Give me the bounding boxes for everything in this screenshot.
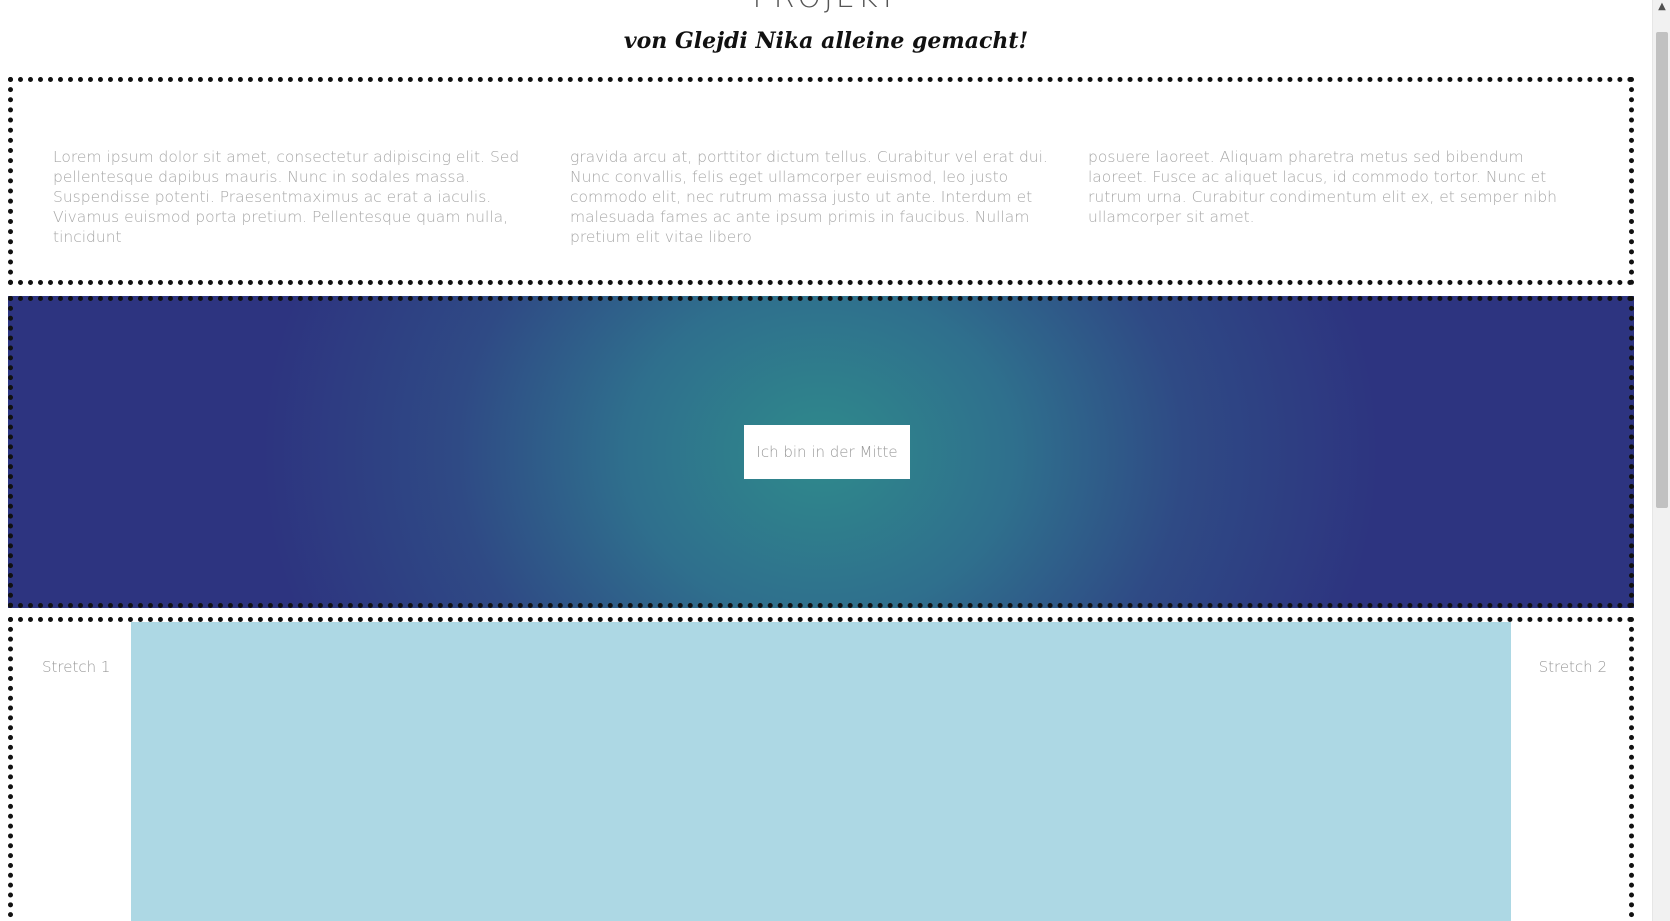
page: PROJEKT von Glejdi Nika alleine gemacht!… — [0, 0, 1652, 921]
text-columns-section: Lorem ipsum dolor sit amet, consectetur … — [8, 77, 1634, 285]
scrollbar-thumb[interactable] — [1656, 32, 1668, 508]
center-box: Ich bin in der Mitte — [744, 425, 910, 479]
gradient-section: Ich bin in der Mitte — [8, 296, 1634, 608]
text-column-3: posuere laoreet. Aliquam pharetra metus … — [1088, 148, 1557, 226]
page-title: PROJEKT — [0, 0, 1652, 15]
stretch-section: Stretch 1 Stretch 2 — [8, 617, 1634, 921]
text-column-2: gravida arcu at, porttitor dictum tellus… — [570, 148, 1048, 246]
page-subtitle: von Glejdi Nika alleine gemacht! — [623, 28, 1029, 54]
vertical-scrollbar[interactable]: ▲ — [1652, 0, 1670, 921]
stretch-fill-area — [131, 622, 1511, 921]
stretch-label-2: Stretch 2 — [1538, 658, 1607, 676]
stretch-label-1: Stretch 1 — [42, 658, 111, 676]
text-column-1: Lorem ipsum dolor sit amet, consectetur … — [53, 148, 520, 246]
scroll-up-arrow-icon[interactable]: ▲ — [1653, 0, 1670, 14]
